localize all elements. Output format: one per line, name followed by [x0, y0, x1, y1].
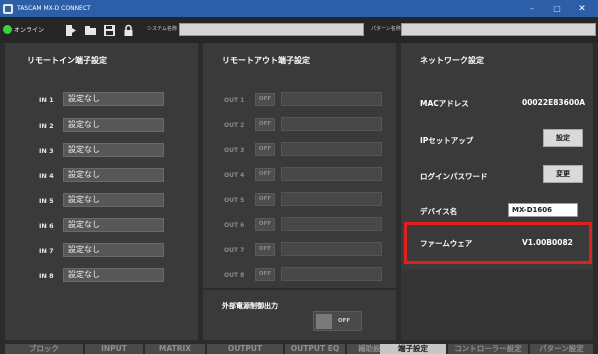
in-6-select[interactable]: 設定なし [63, 218, 164, 232]
tab-controller-settings[interactable]: コントローラー設定 [448, 344, 528, 354]
firmware-label: ファームウェア [420, 239, 473, 248]
in-3-label: IN 3 [39, 147, 54, 155]
pattern-name-input[interactable] [401, 23, 596, 36]
out-2-field [281, 117, 382, 131]
in-7-select[interactable]: 設定なし [63, 243, 164, 257]
device-name-label: デバイス名 [420, 207, 458, 216]
firmware-value: V1.00B0082 [522, 238, 573, 247]
out-6-field [281, 217, 382, 231]
ip-setup-button[interactable]: 設定 [543, 129, 583, 147]
out-7-off-button[interactable]: OFF [255, 243, 275, 256]
device-name-input[interactable]: MX-D1606 [508, 203, 578, 217]
toggle-state-label: OFF [338, 318, 351, 324]
network-title: ネットワーク設定 [420, 56, 484, 65]
online-status-icon [3, 25, 12, 34]
save-icon[interactable] [101, 22, 117, 38]
in-8-label: IN 8 [39, 272, 54, 280]
close-button[interactable]: ✕ [571, 0, 593, 17]
out-3-off-button[interactable]: OFF [255, 143, 275, 156]
out-8-label: OUT 8 [224, 272, 245, 279]
maximize-button[interactable]: □ [546, 0, 568, 17]
tab-output[interactable]: OUTPUT [207, 344, 283, 354]
out-8-off-button[interactable]: OFF [255, 268, 275, 281]
in-4-select[interactable]: 設定なし [63, 168, 164, 182]
out-4-off-button[interactable]: OFF [255, 168, 275, 181]
system-name-label: システム名称 [147, 26, 177, 32]
online-status-text: オンライン [14, 27, 45, 34]
tab-terminal-settings[interactable]: 端子設定 [380, 344, 446, 354]
system-name-input[interactable] [179, 23, 364, 36]
in-2-select[interactable]: 設定なし [63, 118, 164, 132]
tab-matrix[interactable]: MATRIX [145, 344, 205, 354]
external-power-toggle[interactable]: OFF [313, 311, 362, 331]
in-3-select[interactable]: 設定なし [63, 143, 164, 157]
app-window: TASCAM MX-D CONNECT – □ ✕ オンライン システム名称 パ… [0, 0, 598, 354]
out-1-label: OUT 1 [224, 97, 245, 104]
in-7-label: IN 7 [39, 247, 54, 255]
out-4-field [281, 167, 382, 181]
tab-input[interactable]: INPUT [85, 344, 143, 354]
tab-output-eq[interactable]: OUTPUT EQ [285, 344, 345, 354]
window-title: TASCAM MX-D CONNECT [17, 5, 91, 12]
out-7-field [281, 242, 382, 256]
in-4-label: IN 4 [39, 172, 54, 180]
in-2-label: IN 2 [39, 122, 54, 130]
external-power-title: 外部電源制御出力 [222, 302, 278, 310]
out-4-label: OUT 4 [224, 172, 245, 179]
mac-address-label: MACアドレス [420, 99, 469, 108]
mac-address-value: 00022E83600A [522, 98, 586, 107]
in-5-label: IN 5 [39, 197, 54, 205]
out-5-label: OUT 5 [224, 197, 245, 204]
folder-open-icon[interactable] [82, 22, 98, 38]
login-password-label: ログインパスワード [420, 172, 488, 181]
ip-setup-label: IPセットアップ [420, 136, 474, 145]
out-3-field [281, 142, 382, 156]
out-7-label: OUT 7 [224, 247, 245, 254]
app-logo-icon [3, 3, 13, 14]
out-6-off-button[interactable]: OFF [255, 218, 275, 231]
external-power-section [203, 290, 396, 340]
out-3-label: OUT 3 [224, 147, 245, 154]
out-2-label: OUT 2 [224, 122, 245, 129]
in-1-select[interactable]: 設定なし [63, 92, 164, 106]
toolbar: オンライン システム名称 パターン名称 [0, 17, 598, 43]
in-5-select[interactable]: 設定なし [63, 193, 164, 207]
out-5-off-button[interactable]: OFF [255, 193, 275, 206]
remote-out-title: リモートアウト端子設定 [222, 56, 310, 65]
remote-in-title: リモートイン端子設定 [27, 56, 107, 65]
in-1-label: IN 1 [39, 96, 54, 104]
lock-icon[interactable] [120, 22, 136, 38]
remote-in-panel [5, 43, 198, 340]
out-8-field [281, 267, 382, 281]
tab-block[interactable]: ブロック [5, 344, 83, 354]
tab-pattern-settings[interactable]: パターン設定 [530, 344, 593, 354]
toggle-knob [316, 314, 332, 329]
out-6-label: OUT 6 [224, 222, 245, 229]
out-1-field [281, 92, 382, 106]
title-bar: TASCAM MX-D CONNECT [0, 0, 598, 17]
out-2-off-button[interactable]: OFF [255, 118, 275, 131]
out-5-field [281, 192, 382, 206]
out-1-off-button[interactable]: OFF [255, 93, 275, 106]
in-6-label: IN 6 [39, 222, 54, 230]
network-panel-footer [401, 269, 593, 340]
minimize-button[interactable]: – [521, 0, 543, 17]
export-icon[interactable] [62, 22, 78, 38]
change-password-button[interactable]: 変更 [543, 165, 583, 183]
pattern-name-label: パターン名称 [371, 26, 401, 32]
in-8-select[interactable]: 設定なし [63, 268, 164, 282]
